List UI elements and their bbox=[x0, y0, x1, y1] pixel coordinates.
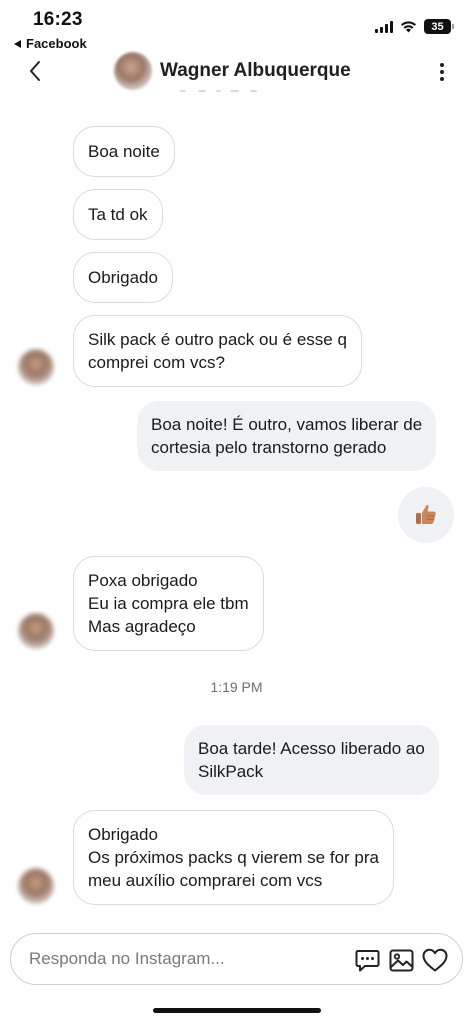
message-bubble-incoming[interactable]: Ta td ok bbox=[73, 189, 163, 240]
status-time: 16:23 bbox=[33, 9, 83, 30]
message-bubble-incoming[interactable]: Obrigado Os próximos packs q vierem se f… bbox=[73, 810, 394, 905]
back-triangle-icon bbox=[14, 39, 21, 48]
status-bar: 16:23 Facebook 35 bbox=[0, 0, 473, 56]
like-button[interactable] bbox=[421, 946, 449, 974]
image-icon bbox=[389, 949, 413, 971]
back-to-app-link[interactable]: Facebook bbox=[14, 36, 87, 51]
message-icon bbox=[355, 949, 379, 971]
chevron-left-icon bbox=[30, 61, 40, 81]
home-indicator bbox=[153, 1008, 321, 1013]
sticker-button[interactable] bbox=[353, 946, 381, 974]
message-bubble-outgoing[interactable]: Boa tarde! Acesso liberado ao SilkPack bbox=[184, 725, 439, 795]
system-icons: 35 bbox=[375, 19, 454, 34]
wifi-icon bbox=[401, 21, 416, 33]
heart-icon bbox=[422, 948, 448, 972]
message-bubble-outgoing-emoji[interactable] bbox=[398, 487, 454, 543]
battery-icon: 35 bbox=[424, 19, 454, 34]
message-timestamp: 1:19 PM bbox=[210, 679, 263, 695]
battery-level: 35 bbox=[431, 20, 444, 33]
contact-avatar[interactable] bbox=[114, 52, 152, 90]
message-input[interactable] bbox=[29, 947, 329, 971]
message-bubble-incoming[interactable]: Obrigado bbox=[73, 252, 173, 303]
message-bubble-incoming[interactable]: Silk pack é outro pack ou é esse q compr… bbox=[73, 315, 362, 387]
more-vertical-icon bbox=[440, 63, 444, 67]
thumbs-up-icon bbox=[416, 505, 436, 524]
sender-avatar[interactable] bbox=[18, 613, 54, 649]
sender-avatar[interactable] bbox=[18, 349, 54, 385]
back-button[interactable] bbox=[22, 56, 48, 86]
scrolled-off-text-fragment bbox=[170, 84, 280, 94]
sender-avatar[interactable] bbox=[18, 868, 54, 904]
cellular-signal-icon bbox=[375, 20, 393, 33]
back-app-label: Facebook bbox=[26, 36, 87, 51]
message-bubble-outgoing[interactable]: Boa noite! É outro, vamos liberar de cor… bbox=[137, 401, 437, 471]
message-bubble-incoming[interactable]: Poxa obrigado Eu ia compra ele tbm Mas a… bbox=[73, 556, 264, 651]
message-composer bbox=[10, 933, 463, 985]
message-bubble-incoming[interactable]: Boa noite bbox=[73, 126, 175, 177]
gallery-button[interactable] bbox=[387, 946, 415, 974]
contact-name[interactable]: Wagner Albuquerque bbox=[160, 60, 351, 82]
more-options-button[interactable] bbox=[437, 58, 447, 86]
